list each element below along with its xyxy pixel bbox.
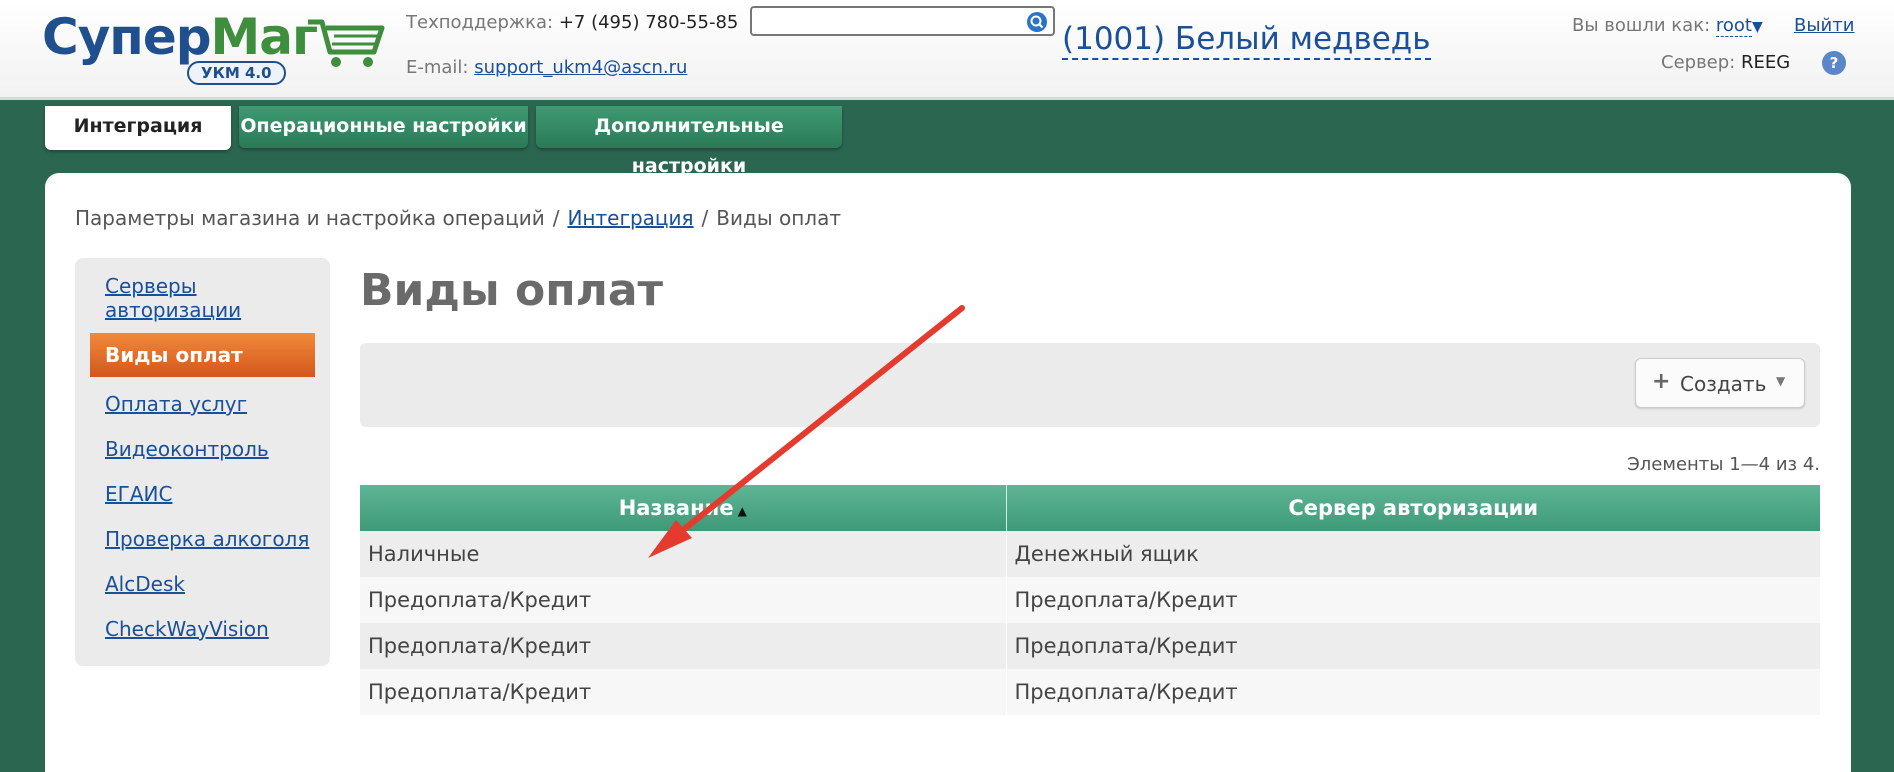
breadcrumb-link-integration[interactable]: Интеграция [567,206,693,230]
server-info: Сервер: REEG [1661,52,1791,73]
sidebar-item-payment-types[interactable]: Виды оплат [90,333,315,377]
shopping-cart-icon [308,19,385,67]
sidebar-item-video-control[interactable]: Видеоконтроль [105,437,269,461]
table-row[interactable]: Предоплата/Кредит Предоплата/Кредит [360,577,1820,623]
table-header-row: Название ▲ Сервер авторизации [360,485,1820,531]
breadcrumb: Параметры магазина и настройка операций /… [75,206,841,230]
sidebar-item-service-payment[interactable]: Оплата услуг [105,392,247,416]
logo[interactable]: СуперМаг УКМ 4.0 [42,8,385,88]
sort-asc-icon: ▲ [737,504,747,518]
payment-types-table: Название ▲ Сервер авторизации Наличные Де… [360,485,1820,715]
cell-name[interactable]: Наличные [360,531,1007,577]
cell-auth-server: Предоплата/Кредит [1006,577,1820,623]
table-row[interactable]: Предоплата/Кредит Предоплата/Кредит [360,669,1820,715]
support-phone-line: Техподдержка: +7 (495) 780-55-85 [406,12,739,33]
sidebar-item-egais[interactable]: ЕГАИС [105,482,172,506]
chevron-down-icon[interactable]: ▼ [1752,19,1763,35]
server-value: REEG [1740,52,1791,73]
sidebar-item-alcdesk[interactable]: AlcDesk [105,572,185,596]
breadcrumb-current: Виды оплат [716,206,841,230]
cell-name[interactable]: Предоплата/Кредит [360,669,1007,715]
help-icon[interactable]: ? [1822,51,1846,75]
support-email-line: E-mail: support_ukm4@ascn.ru [406,57,688,78]
cell-auth-server: Предоплата/Кредит [1006,623,1820,669]
logout-link[interactable]: Выйти [1794,15,1854,36]
column-header-auth-server[interactable]: Сервер авторизации [1006,485,1820,531]
table-row[interactable]: Наличные Денежный ящик [360,531,1820,577]
tab-operational-settings[interactable]: Операционные настройки [239,106,528,148]
sidebar: Серверы авторизации Виды оплат Оплата усл… [75,258,330,666]
chevron-down-icon[interactable]: ▼ [1776,374,1785,388]
app-header: СуперМаг УКМ 4.0 Техподдержка: +7 (495) … [0,0,1894,100]
cell-name[interactable]: Предоплата/Кредит [360,577,1007,623]
store-selector[interactable]: (1001) Белый медведь [1062,20,1431,60]
table-row[interactable]: Предоплата/Кредит Предоплата/Кредит [360,623,1820,669]
breadcrumb-root: Параметры магазина и настройка операций [75,206,545,230]
support-phone: +7 (495) 780-55-85 [558,12,739,33]
cell-name[interactable]: Предоплата/Кредит [360,623,1007,669]
tab-additional-settings[interactable]: Дополнительные настройки [536,106,842,177]
user-menu[interactable]: root [1715,15,1752,37]
toolbar [360,343,1820,427]
create-button[interactable]: + Создать ▼ [1635,358,1805,408]
column-header-name[interactable]: Название ▲ [360,485,1007,531]
logo-text: СуперМаг [42,8,318,66]
search-box [750,6,1055,36]
sidebar-item-auth-servers[interactable]: Серверы авторизации [105,274,241,322]
logged-in-info: Вы вошли как: root▼ [1572,15,1763,37]
page-title: Виды оплат [360,265,664,316]
version-badge: УКМ 4.0 [187,61,286,85]
search-icon[interactable] [1027,12,1047,32]
support-email-link[interactable]: support_ukm4@ascn.ru [474,57,687,78]
cell-auth-server: Предоплата/Кредит [1006,669,1820,715]
items-count: Элементы 1—4 из 4. [1627,454,1820,475]
tab-integration[interactable]: Интеграция [45,106,231,150]
search-input[interactable] [758,9,1018,33]
sidebar-item-alcohol-check[interactable]: Проверка алкоголя [105,527,309,551]
sidebar-item-checkwayvision[interactable]: CheckWayVision [105,617,269,641]
plus-icon: + [1652,369,1671,394]
cell-auth-server: Денежный ящик [1006,531,1820,577]
